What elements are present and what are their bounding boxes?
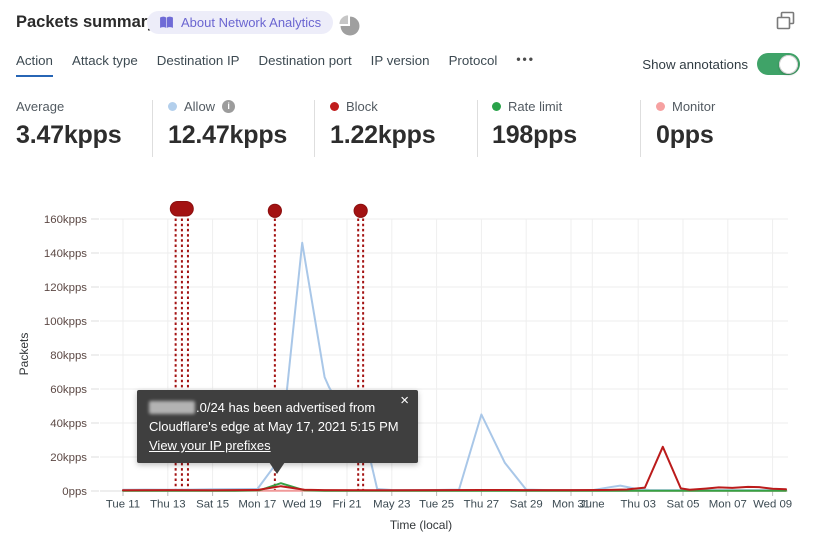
svg-text:Tue 25: Tue 25 [419,499,454,511]
svg-text:Mon 07: Mon 07 [709,499,747,511]
tooltip-close-icon[interactable]: × [400,393,409,408]
svg-text:160kpps: 160kpps [44,214,87,226]
svg-text:0pps: 0pps [62,486,87,498]
svg-text:Sat 05: Sat 05 [667,499,700,511]
network-analytics-panel: Packets summary About Network Analytics … [0,0,816,545]
svg-text:100kpps: 100kpps [44,316,87,328]
svg-text:Sat 15: Sat 15 [196,499,229,511]
svg-text:80kpps: 80kpps [50,350,87,362]
annotation-tooltip: × .0/24 has been advertised from Cloudfl… [137,390,418,474]
svg-text:May 23: May 23 [373,499,410,511]
svg-text:120kpps: 120kpps [44,282,87,294]
redacted-ip-prefix [149,401,195,414]
svg-text:Thu 13: Thu 13 [150,499,185,511]
view-ip-prefixes-link[interactable]: View your IP prefixes [149,438,271,453]
tooltip-line2: Cloudflare's edge at May 17, 2021 5:15 P… [149,419,399,434]
svg-text:40kpps: 40kpps [50,418,87,430]
svg-text:Thu 27: Thu 27 [464,499,499,511]
svg-text:Mon 17: Mon 17 [238,499,276,511]
svg-text:140kpps: 140kpps [44,248,87,260]
svg-text:20kpps: 20kpps [50,452,87,464]
packets-time-series-chart[interactable]: 0pps 20kpps 40kpps 60kpps 80kpps 100kpps 120kp… [0,0,816,545]
svg-text:Fri 21: Fri 21 [332,499,361,511]
svg-text:Wed 09: Wed 09 [753,499,792,511]
tooltip-caret [269,462,285,474]
svg-text:June: June [580,499,605,511]
svg-text:60kpps: 60kpps [50,384,87,396]
svg-text:Sat 29: Sat 29 [510,499,543,511]
tooltip-line1: .0/24 has been advertised from [196,400,376,415]
svg-text:Wed 19: Wed 19 [283,499,322,511]
svg-text:Thu 03: Thu 03 [620,499,655,511]
svg-text:Tue 11: Tue 11 [106,499,140,511]
